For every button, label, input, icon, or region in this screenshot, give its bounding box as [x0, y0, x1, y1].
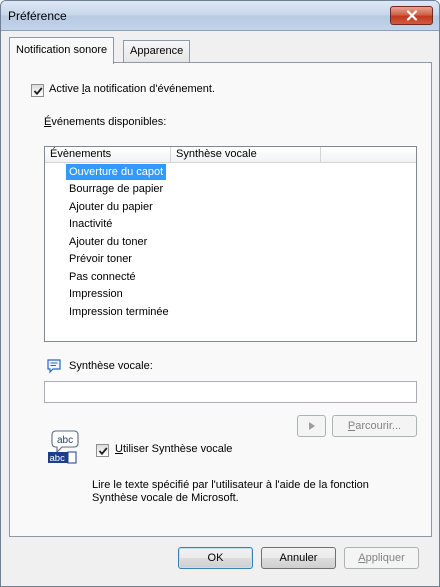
browse-button[interactable]: Parcourir...: [332, 415, 417, 437]
tab-apparence[interactable]: Apparence: [123, 40, 191, 62]
tab-notification-sonore[interactable]: Notification sonore: [9, 37, 115, 64]
use-tts-checkbox[interactable]: [96, 444, 109, 457]
abc-top-text: abc: [57, 435, 73, 446]
play-icon: [308, 422, 315, 430]
listview-header: Évènements Synthèse vocale: [45, 147, 416, 163]
column-header-synthese-vocale[interactable]: Synthèse vocale: [171, 147, 321, 163]
events-listview[interactable]: Évènements Synthèse vocale Ouverture du …: [44, 146, 417, 342]
events-label: Événements disponibles:: [44, 116, 167, 128]
checkmark-icon: [33, 87, 43, 96]
tts-description-line1: Lire le texte spécifié par l'utilisateur…: [92, 479, 369, 491]
event-item[interactable]: Ajouter du papier: [66, 199, 156, 215]
event-item[interactable]: Impression terminée: [66, 304, 172, 320]
event-item[interactable]: Inactivité: [66, 216, 115, 232]
preference-dialog: Préférence Notification sonore Apparence…: [0, 0, 440, 587]
enable-notification-checkbox[interactable]: [31, 84, 44, 97]
event-item[interactable]: Ajouter du toner: [66, 234, 150, 250]
use-tts-label: Utiliser Synthèse vocale: [115, 443, 233, 455]
apply-button[interactable]: Appliquer: [344, 547, 419, 569]
play-button[interactable]: [297, 415, 326, 437]
text-to-speech-icon: abc abc: [48, 430, 79, 464]
ok-button[interactable]: OK: [178, 547, 253, 569]
tts-description-line2: Synthèse vocale de Microsoft.: [92, 492, 239, 504]
event-item[interactable]: Ouverture du capot: [66, 164, 167, 180]
close-icon: [406, 10, 417, 21]
enable-notification-label: Active la notification d'événement.: [49, 83, 215, 95]
voice-text-input[interactable]: [44, 381, 417, 403]
column-header-evenements[interactable]: Évènements: [45, 147, 171, 163]
title-bar[interactable]: Préférence: [1, 1, 439, 31]
window-title: Préférence: [8, 9, 67, 23]
event-item[interactable]: Impression: [66, 286, 126, 302]
close-button[interactable]: [390, 6, 433, 25]
abc-bottom-text: abc: [50, 453, 66, 464]
event-item[interactable]: Pas connecté: [66, 269, 139, 285]
cancel-button[interactable]: Annuler: [261, 547, 336, 569]
event-item[interactable]: Bourrage de papier: [66, 181, 166, 197]
speech-bubble-icon: [47, 359, 61, 374]
event-item[interactable]: Prévoir toner: [66, 251, 135, 267]
checkmark-icon: [98, 447, 108, 456]
voice-label: Synthèse vocale:: [69, 360, 153, 372]
